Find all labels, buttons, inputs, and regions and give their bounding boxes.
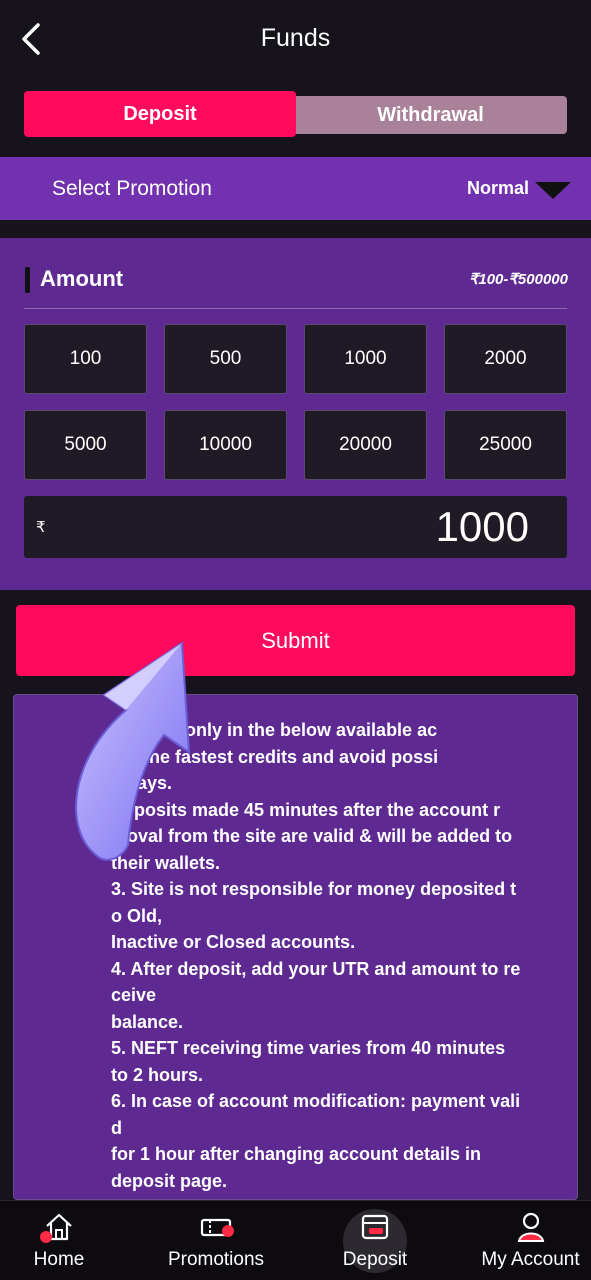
amount-range: ₹100-₹500000 [468, 271, 568, 288]
bottom-nav: Home Promotions Deposit My Account [0, 1200, 591, 1280]
amount-panel: Amount ₹100-₹500000 100 500 1000 2000 50… [0, 238, 591, 590]
tab-deposit[interactable]: Deposit [24, 91, 296, 137]
amount-chip[interactable]: 500 [164, 324, 287, 394]
info-line: ceive [111, 985, 157, 1005]
divider [24, 308, 567, 309]
info-line: 5. NEFT receiving time varies from 40 mi… [111, 1038, 506, 1058]
nav-deposit-label: Deposit [342, 1249, 408, 1270]
wallet-icon [359, 1211, 391, 1243]
nav-deposit[interactable]: Deposit [330, 1201, 420, 1280]
top-bar: Funds [0, 0, 591, 82]
currency-symbol: ₹ [36, 519, 46, 536]
nav-home[interactable]: Home [0, 1201, 118, 1280]
nav-account-label: My Account [481, 1249, 580, 1270]
nav-promotions-label: Promotions [167, 1249, 265, 1270]
page-title: Funds [260, 24, 331, 52]
amount-chip[interactable]: 25000 [444, 410, 567, 480]
fund-tabs: Withdrawal Deposit [24, 91, 567, 137]
promotion-value[interactable]: Normal [467, 178, 529, 199]
user-icon [515, 1211, 547, 1243]
nav-account[interactable]: My Account [470, 1201, 591, 1280]
nav-home-label: Home [33, 1249, 85, 1270]
amount-input[interactable]: ₹ 1000 [24, 496, 567, 558]
amount-title: Amount [40, 266, 124, 291]
info-line: 6. In case of account modification: paym… [111, 1091, 521, 1111]
info-line: deposit page. [111, 1170, 228, 1191]
section-marker [25, 267, 30, 293]
amount-chip[interactable]: 10000 [164, 410, 287, 480]
badge-dot [222, 1225, 234, 1237]
amount-chip[interactable]: 100 [24, 324, 147, 394]
tab-withdrawal[interactable]: Withdrawal [294, 96, 567, 134]
info-line: d [111, 1117, 122, 1138]
info-line: o Old, [111, 905, 162, 926]
amount-value[interactable]: 1000 [436, 503, 529, 551]
amount-chip[interactable]: 1000 [304, 324, 427, 394]
info-line: to 2 hours. [111, 1064, 204, 1085]
info-line: Inactive or Closed accounts. [111, 932, 356, 952]
promotion-label: Select Promotion [52, 177, 212, 200]
info-line: 4. After deposit, add your UTR and amoun… [111, 958, 521, 979]
badge-dot [40, 1231, 52, 1243]
amount-chip[interactable]: 2000 [444, 324, 567, 394]
info-line: 3. Site is not responsible for money dep… [111, 879, 517, 899]
caret-down-icon[interactable] [535, 182, 571, 199]
info-line: for 1 hour after changing account detail… [111, 1144, 482, 1164]
info-line: balance. [111, 1011, 184, 1032]
amount-chip[interactable]: 5000 [24, 410, 147, 480]
amount-chip[interactable]: 20000 [304, 410, 427, 480]
nav-promotions[interactable]: Promotions [150, 1201, 282, 1280]
ticket-icon [200, 1211, 234, 1243]
pointer-arrow-icon [46, 640, 196, 865]
promotion-selector[interactable]: Select Promotion Normal [0, 157, 591, 220]
home-icon [40, 1211, 75, 1243]
